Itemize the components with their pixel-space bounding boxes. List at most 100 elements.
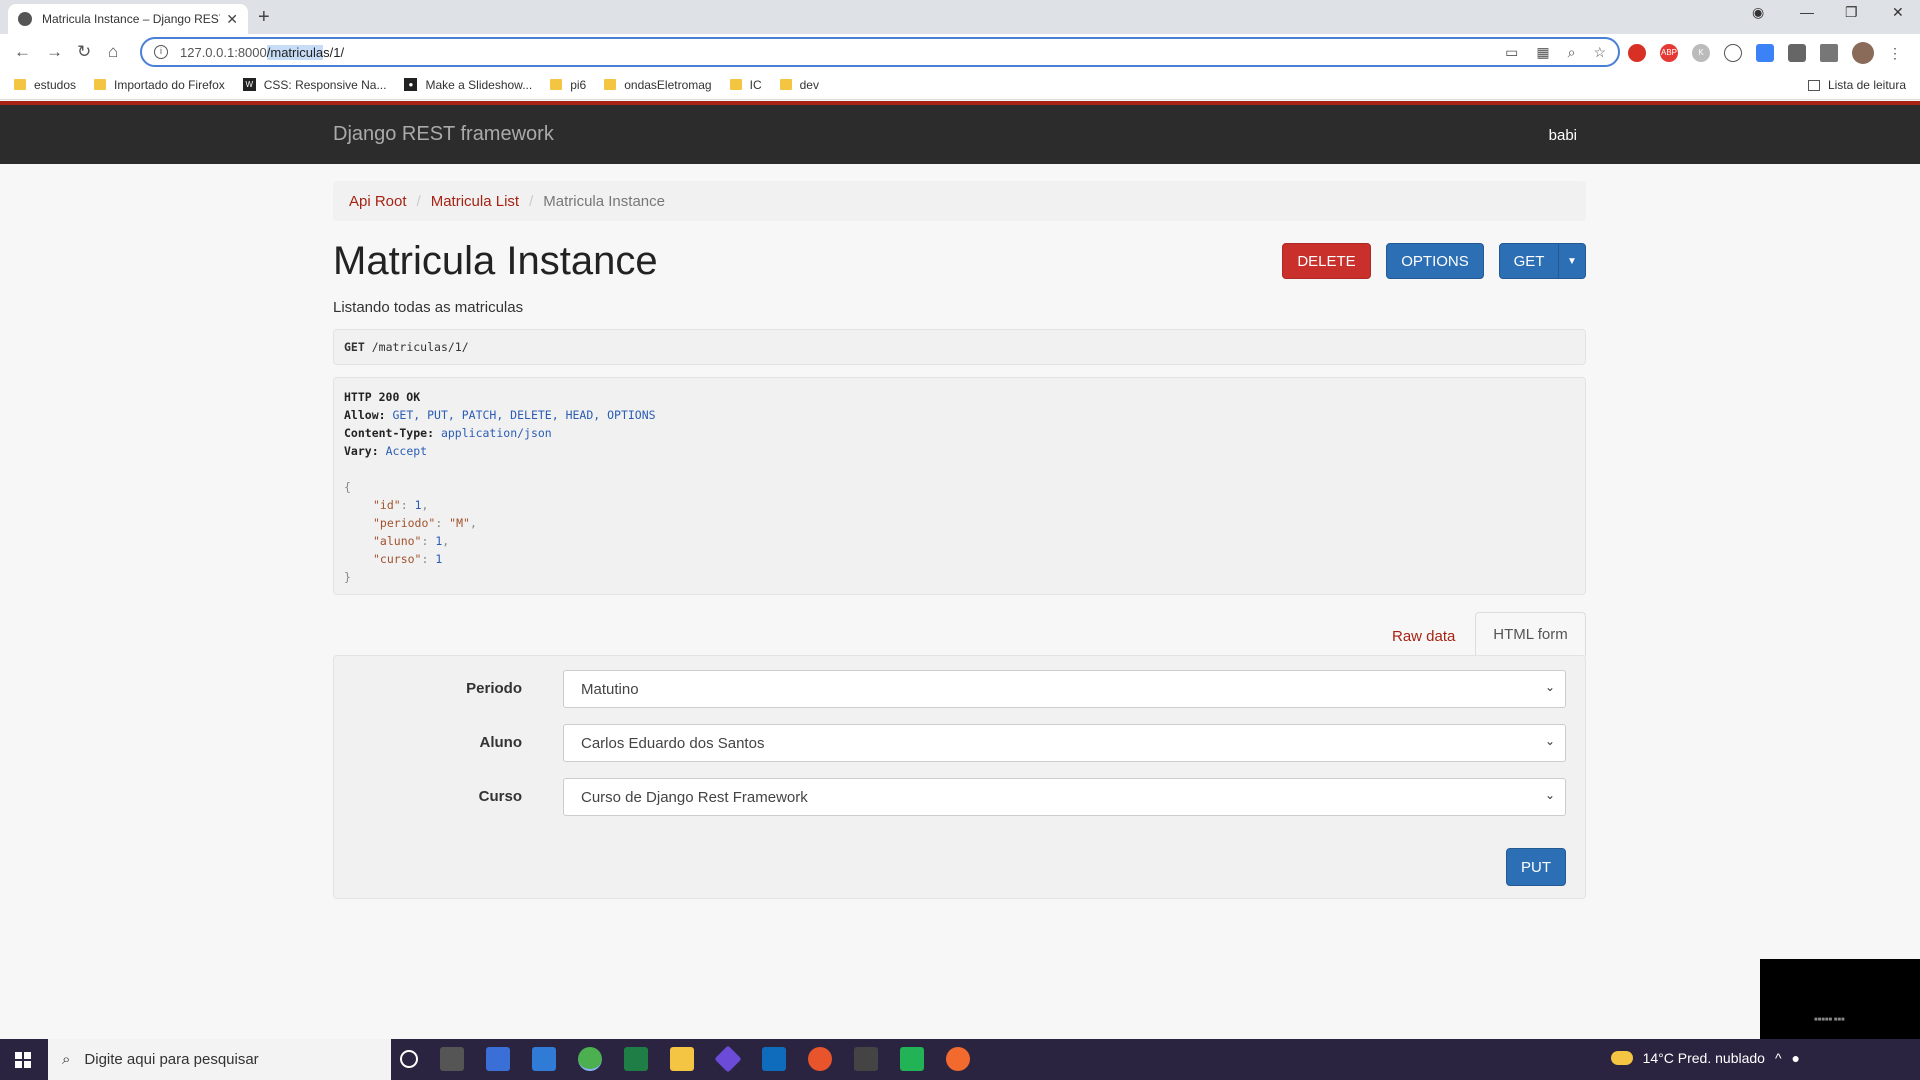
request-info: GET /matriculas/1/ xyxy=(333,329,1586,365)
minimize-icon[interactable]: — xyxy=(1800,4,1814,20)
file-explorer-icon[interactable] xyxy=(670,1047,694,1071)
bookmark-item[interactable]: dev xyxy=(779,78,819,92)
adblock-icon[interactable]: ABP xyxy=(1660,44,1678,62)
windows-start-icon[interactable] xyxy=(15,1052,31,1068)
breadcrumb-api-root[interactable]: Api Root xyxy=(349,193,407,210)
weather-text[interactable]: 14°C Pred. nublado xyxy=(1643,1050,1765,1066)
address-bar[interactable]: i 127.0.0.1:8000/matricula s/1/ ▭ ▦ ⌕ ☆ xyxy=(140,37,1620,67)
drf-navbar: Django REST framework babi xyxy=(0,101,1920,164)
qr-icon[interactable]: ▦ xyxy=(1536,44,1549,61)
bookmark-item[interactable]: ondasEletromag xyxy=(604,77,712,92)
puzzle-icon[interactable] xyxy=(1788,44,1806,62)
app-rpcs-icon[interactable] xyxy=(854,1047,878,1071)
response-status: HTTP 200 OK xyxy=(344,390,421,404)
json-key: "periodo" xyxy=(373,516,436,530)
store-icon[interactable] xyxy=(486,1047,510,1071)
periodo-selected-value: Matutino xyxy=(581,681,639,698)
bookmark-item[interactable]: pi6 xyxy=(550,78,586,92)
close-tab-icon[interactable]: ✕ xyxy=(226,11,238,28)
taskbar-search-placeholder: Digite aqui para pesquisar xyxy=(84,1051,259,1068)
tab-raw-data[interactable]: Raw data xyxy=(1392,628,1455,645)
git-icon[interactable] xyxy=(714,1045,742,1073)
reload-icon[interactable]: ↻ xyxy=(77,42,91,62)
restore-icon[interactable]: ❐ xyxy=(1845,4,1858,21)
forward-icon[interactable]: → xyxy=(46,42,63,62)
reading-list-icon[interactable] xyxy=(1820,44,1838,62)
folder-icon xyxy=(550,79,563,90)
header-key: Content-Type: xyxy=(344,426,435,440)
periodo-select[interactable]: Matutino ⌄ xyxy=(563,670,1566,708)
header-value: Accept xyxy=(385,444,428,458)
bookmark-star-icon[interactable]: ☆ xyxy=(1593,44,1606,61)
breadcrumb-matricula-list[interactable]: Matricula List xyxy=(431,193,519,210)
cortana-icon[interactable] xyxy=(400,1050,418,1068)
bookmark-label: ondasEletromag xyxy=(624,77,712,92)
tab-title: Matricula Instance – Django REST xyxy=(42,12,221,26)
curso-selected-value: Curso de Django Rest Framework xyxy=(581,789,808,806)
site-info-icon[interactable]: i xyxy=(154,45,168,59)
bookmark-label: CSS: Responsive Na... xyxy=(263,77,387,92)
json-key: "aluno" xyxy=(373,534,422,548)
more-menu-icon[interactable]: ⋮ xyxy=(1888,45,1902,62)
outlook-icon[interactable] xyxy=(762,1047,786,1071)
home-icon[interactable]: ⌂ xyxy=(108,42,118,62)
chrome-icon[interactable] xyxy=(578,1047,602,1071)
get-format-dropdown[interactable]: ▼ xyxy=(1558,243,1586,279)
close-window-icon[interactable]: ✕ xyxy=(1892,4,1904,21)
form-row-aluno: Aluno Carlos Eduardo dos Santos ⌄ xyxy=(334,724,1587,762)
request-path: /matriculas/1/ xyxy=(371,340,469,354)
breadcrumb-current: Matricula Instance xyxy=(543,192,665,210)
json-value: 1 xyxy=(435,552,443,566)
delete-button[interactable]: DELETE xyxy=(1282,243,1371,279)
user-menu[interactable]: babi xyxy=(1549,127,1577,144)
new-tab-icon[interactable]: + xyxy=(258,6,270,29)
curso-select[interactable]: Curso de Django Rest Framework ⌄ xyxy=(563,778,1566,816)
pycharm-icon[interactable] xyxy=(900,1047,924,1071)
avatar[interactable] xyxy=(1852,42,1874,64)
system-tray: 14°C Pred. nublado ^ ● xyxy=(1610,1050,1800,1066)
reading-list-icon xyxy=(1807,79,1820,91)
bookmark-item[interactable]: IC xyxy=(729,78,762,92)
cast-icon[interactable]: ▭ xyxy=(1505,44,1518,61)
bookmark-label: Importado do Firefox xyxy=(114,77,225,92)
microphone-icon[interactable]: ● xyxy=(1792,1050,1800,1066)
mail-icon[interactable] xyxy=(532,1047,556,1071)
bookmark-item[interactable]: ● Make a Slideshow... xyxy=(404,78,532,92)
extension-opera-icon[interactable] xyxy=(1628,44,1646,62)
put-button[interactable]: PUT xyxy=(1506,848,1566,886)
tab-html-form[interactable]: HTML form xyxy=(1475,612,1586,656)
aluno-label: Aluno xyxy=(479,734,523,751)
json-key: "id" xyxy=(373,498,401,512)
app-orange-icon[interactable] xyxy=(808,1047,832,1071)
bookmark-label: estudos xyxy=(34,77,77,92)
aluno-select[interactable]: Carlos Eduardo dos Santos ⌄ xyxy=(563,724,1566,762)
zoom-icon[interactable]: ⌕ xyxy=(1568,44,1576,61)
bookmark-item[interactable]: estudos xyxy=(14,78,76,92)
bookmark-item[interactable]: Importado do Firefox xyxy=(94,78,225,92)
extension-k-icon[interactable]: K xyxy=(1692,44,1710,62)
page-content: Django REST framework babi Api Root / Ma… xyxy=(0,101,1920,1039)
task-view-icon[interactable] xyxy=(440,1047,464,1071)
weather-icon xyxy=(1610,1051,1633,1065)
json-value: "M" xyxy=(449,516,470,530)
tray-chevron-icon[interactable]: ^ xyxy=(1775,1050,1782,1066)
options-button[interactable]: OPTIONS xyxy=(1386,243,1484,279)
overlay-text: ■■■■■ ■■■ xyxy=(1814,1017,1845,1023)
json-colon: : xyxy=(400,498,415,512)
back-icon[interactable]: ← xyxy=(14,42,31,62)
taskbar-search[interactable]: ⌕ Digite aqui para pesquisar xyxy=(48,1039,391,1080)
periodo-label: Periodo xyxy=(466,680,522,697)
json-open-brace: { xyxy=(344,480,351,494)
url-rest: s/1/ xyxy=(323,44,345,60)
extension-blue-icon[interactable] xyxy=(1756,44,1774,62)
excel-icon[interactable] xyxy=(624,1047,648,1071)
brand-link[interactable]: Django REST framework xyxy=(333,123,554,146)
profile-menu-icon[interactable]: ◉ xyxy=(1752,4,1764,21)
browser-tab-active[interactable]: Matricula Instance – Django REST ✕ xyxy=(8,4,248,34)
shield-icon[interactable] xyxy=(1724,44,1742,62)
bookmark-item[interactable]: W CSS: Responsive Na... xyxy=(242,77,387,92)
browser-tab-bar: Matricula Instance – Django REST ✕ + ◉ —… xyxy=(0,0,1920,34)
reading-list-button[interactable]: Lista de leitura xyxy=(1807,78,1906,92)
postman-icon[interactable] xyxy=(946,1047,970,1071)
get-button[interactable]: GET xyxy=(1499,243,1559,279)
